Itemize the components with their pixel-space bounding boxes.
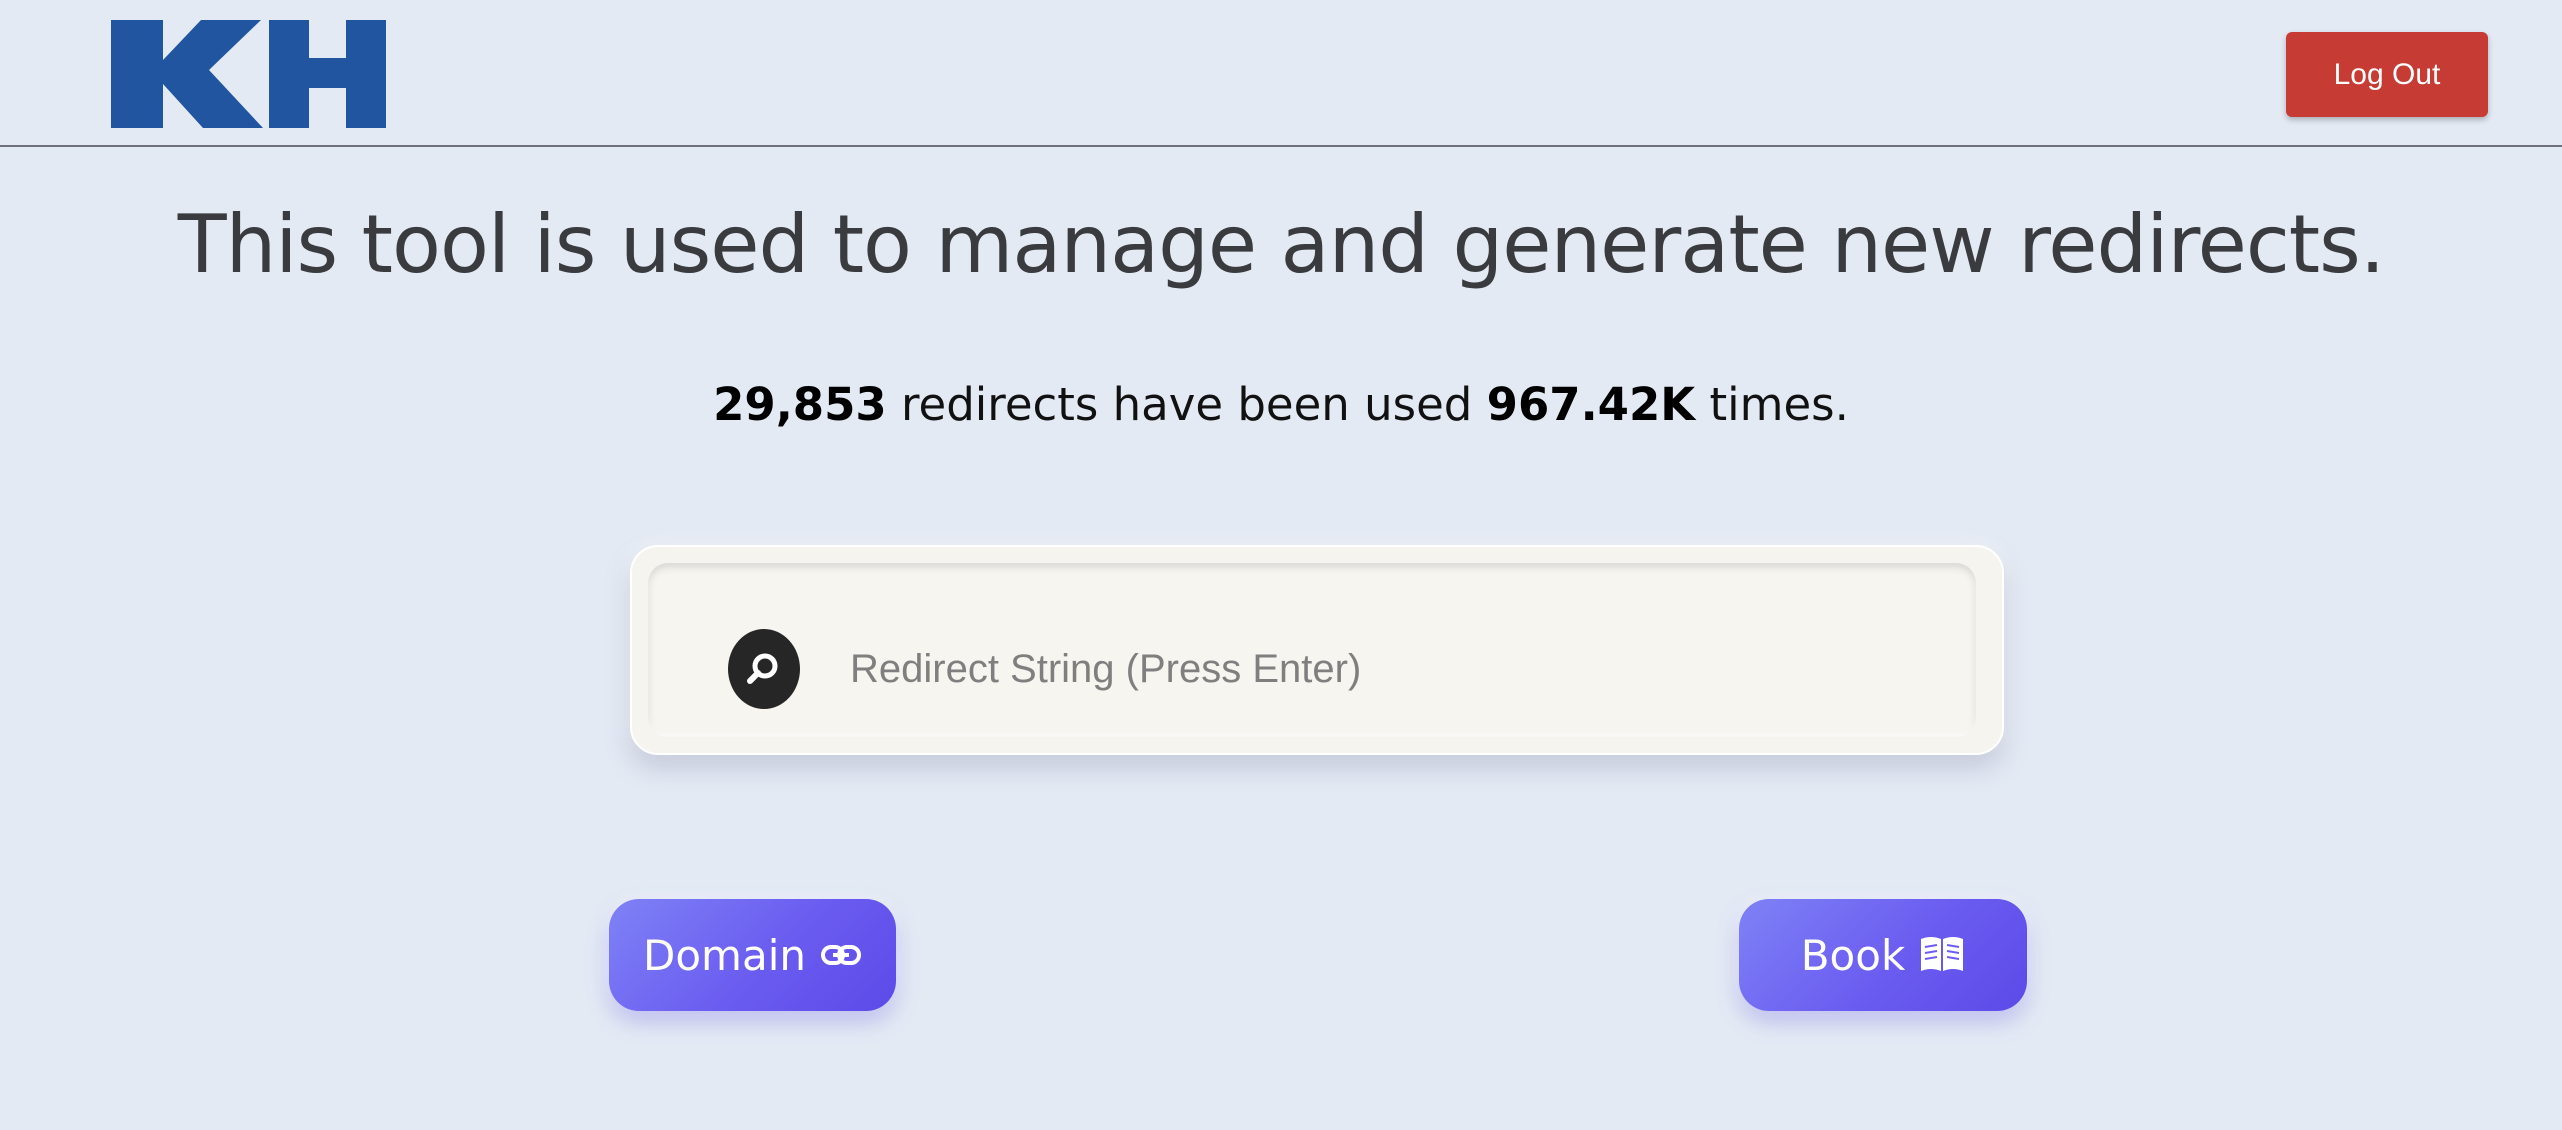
stats-text-end: times.: [1695, 378, 1849, 431]
book-icon: [1921, 937, 1964, 971]
stats-text-middle: redirects have been used: [886, 378, 1487, 431]
usage-count: 967.42K: [1486, 378, 1696, 431]
page-headline: This tool is used to manage and generate…: [177, 198, 2386, 291]
book-button-label: Book: [1800, 930, 1906, 980]
usage-stats: 29,853 redirects have been used 967.42K …: [0, 378, 2562, 431]
domain-button-label: Domain: [643, 930, 806, 980]
search-well: [648, 563, 1976, 737]
header-bar: KH Log Out: [0, 0, 2562, 147]
search-icon[interactable]: [728, 629, 800, 709]
book-button[interactable]: Book: [1739, 899, 2027, 1011]
kh-logo[interactable]: KH: [111, 20, 386, 128]
search-panel: [630, 545, 2004, 755]
domain-button[interactable]: Domain: [609, 899, 896, 1011]
logout-button[interactable]: Log Out: [2286, 32, 2488, 117]
link-icon: [820, 945, 861, 965]
redirect-search-input[interactable]: [848, 633, 1952, 705]
redirect-count: 29,853: [713, 378, 887, 431]
